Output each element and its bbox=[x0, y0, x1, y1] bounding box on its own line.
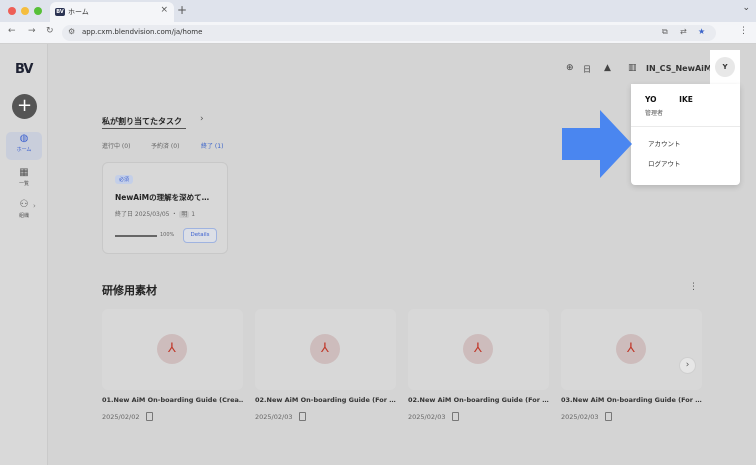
tasks-section-title[interactable]: 私が割り当てたタスク bbox=[102, 116, 182, 127]
tab-title: ホーム bbox=[68, 8, 89, 16]
favicon-icon: BV bbox=[55, 8, 65, 16]
material-title[interactable]: 01.New AiM On-boarding Guide (Crea… bbox=[102, 396, 243, 404]
back-icon[interactable]: ← bbox=[8, 26, 16, 36]
sidebar-item-label: ホーム bbox=[16, 147, 32, 153]
material-date: 2025/02/03 bbox=[408, 413, 446, 421]
bell-icon[interactable]: ▲ bbox=[604, 63, 611, 73]
materials-section-title: 研修用素材 bbox=[102, 284, 157, 297]
create-button[interactable]: + bbox=[12, 94, 37, 119]
user-menu: YO IKE 管理者 アカウント ログアウト bbox=[631, 84, 740, 185]
browser-tab[interactable]: BV ホーム × bbox=[50, 2, 174, 22]
org-name[interactable]: IN_CS_NewAiM bbox=[646, 64, 712, 73]
carousel-next-button[interactable]: › bbox=[679, 357, 696, 374]
globe-icon[interactable]: ⊕ bbox=[566, 63, 574, 73]
assignee-count: 1 bbox=[191, 211, 196, 218]
building-icon: ▥ bbox=[628, 63, 637, 73]
material-title[interactable]: 03.New AiM On-boarding Guide (For … bbox=[561, 396, 702, 404]
tab-close-icon[interactable]: × bbox=[160, 5, 168, 15]
pdf-icon: ⅄ bbox=[310, 334, 340, 364]
material-card[interactable]: ⅄ bbox=[102, 309, 243, 390]
tasks-title-underline bbox=[102, 128, 186, 129]
task-title[interactable]: NewAiMの理解を深めて… bbox=[115, 192, 221, 203]
chevron-right-icon[interactable]: › bbox=[33, 202, 36, 210]
material-card[interactable]: ⅄ bbox=[408, 309, 549, 390]
material-date: 2025/02/03 bbox=[561, 413, 599, 421]
assignee-badge: 明 bbox=[179, 211, 190, 218]
progress-bar bbox=[115, 235, 157, 237]
avatar[interactable]: Y bbox=[715, 57, 735, 77]
document-icon bbox=[452, 412, 459, 421]
home-icon: ◍ bbox=[19, 133, 29, 144]
sidebar-item-organization[interactable]: ⚇ 組織 bbox=[6, 198, 42, 226]
install-app-icon[interactable]: ⧉ bbox=[662, 27, 668, 37]
filter-finished[interactable]: 終了 (1) bbox=[201, 141, 223, 150]
browser-menu-icon[interactable]: ⋮ bbox=[739, 26, 748, 36]
material-title[interactable]: 02.New AiM On-boarding Guide (For … bbox=[408, 396, 549, 404]
document-icon bbox=[605, 412, 612, 421]
account-menu-item[interactable]: アカウント bbox=[648, 138, 681, 148]
address-bar: ← → ↻ ⚙ app.cxm.blendvision.com/ja/home … bbox=[0, 22, 756, 44]
new-tab-button[interactable]: + bbox=[177, 3, 187, 17]
forward-icon[interactable]: → bbox=[28, 26, 36, 36]
filter-in-progress[interactable]: 進行中 (0) bbox=[102, 141, 130, 150]
tab-search-icon[interactable]: ⌄ bbox=[742, 3, 750, 13]
pointer-arrow-icon bbox=[562, 110, 632, 178]
user-role: 管理者 bbox=[645, 110, 664, 117]
task-meta: 終了日 2025/03/05 ・ 明 1 bbox=[115, 211, 196, 218]
material-date: 2025/02/02 bbox=[102, 413, 140, 421]
filter-scheduled[interactable]: 予約済 (0) bbox=[151, 141, 179, 150]
progress-label: 100% bbox=[160, 232, 175, 238]
sidebar: BV + ◍ ホーム ▦ 一覧 ⚇ 組織 › bbox=[0, 44, 48, 465]
document-icon bbox=[146, 412, 153, 421]
site-settings-icon[interactable]: ⚙ bbox=[68, 27, 75, 36]
progress-fill bbox=[115, 235, 157, 237]
user-name: YO IKE bbox=[645, 95, 693, 104]
minimize-window-icon[interactable] bbox=[21, 7, 29, 15]
more-options-icon[interactable]: ⋮ bbox=[689, 282, 698, 292]
sidebar-item-label: 一覧 bbox=[18, 181, 29, 187]
material-card[interactable]: ⅄ bbox=[561, 309, 702, 390]
sidebar-item-label: 組織 bbox=[18, 213, 29, 219]
translate-icon[interactable]: ⇄ bbox=[680, 27, 687, 36]
url-text: app.cxm.blendvision.com/ja/home bbox=[82, 28, 203, 36]
maximize-window-icon[interactable] bbox=[34, 7, 42, 15]
logo: BV bbox=[15, 62, 33, 77]
grid-icon: ▦ bbox=[19, 167, 29, 178]
sidebar-item-home[interactable]: ◍ ホーム bbox=[6, 132, 42, 160]
bookmark-star-icon[interactable]: ★ bbox=[698, 27, 705, 36]
pdf-icon: ⅄ bbox=[157, 334, 187, 364]
material-date: 2025/02/03 bbox=[255, 413, 293, 421]
sidebar-item-list[interactable]: ▦ 一覧 bbox=[6, 166, 42, 194]
material-card[interactable]: ⅄ bbox=[255, 309, 396, 390]
avatar-container: Y bbox=[710, 50, 740, 84]
logout-menu-item[interactable]: ログアウト bbox=[648, 158, 681, 168]
chevron-right-icon[interactable]: › bbox=[200, 114, 204, 124]
task-due-date: 終了日 2025/03/05 bbox=[115, 211, 170, 218]
users-icon: ⚇ bbox=[19, 199, 29, 210]
required-badge: 必須 bbox=[115, 175, 134, 184]
close-window-icon[interactable] bbox=[8, 7, 16, 15]
menu-divider bbox=[631, 126, 740, 127]
pdf-icon: ⅄ bbox=[463, 334, 493, 364]
browser-tab-bar: BV ホーム × + ⌄ bbox=[0, 0, 756, 22]
document-icon bbox=[299, 412, 306, 421]
pdf-icon: ⅄ bbox=[616, 334, 646, 364]
details-button[interactable]: Details bbox=[183, 228, 217, 243]
material-title[interactable]: 02.New AiM On-boarding Guide (For … bbox=[255, 396, 396, 404]
task-card[interactable]: 必須 NewAiMの理解を深めて… 終了日 2025/03/05 ・ 明 1 1… bbox=[102, 162, 228, 254]
language-label[interactable]: 日 bbox=[583, 64, 591, 75]
url-input[interactable]: ⚙ app.cxm.blendvision.com/ja/home ⧉ ⇄ ★ bbox=[62, 25, 716, 41]
reload-icon[interactable]: ↻ bbox=[46, 26, 54, 36]
